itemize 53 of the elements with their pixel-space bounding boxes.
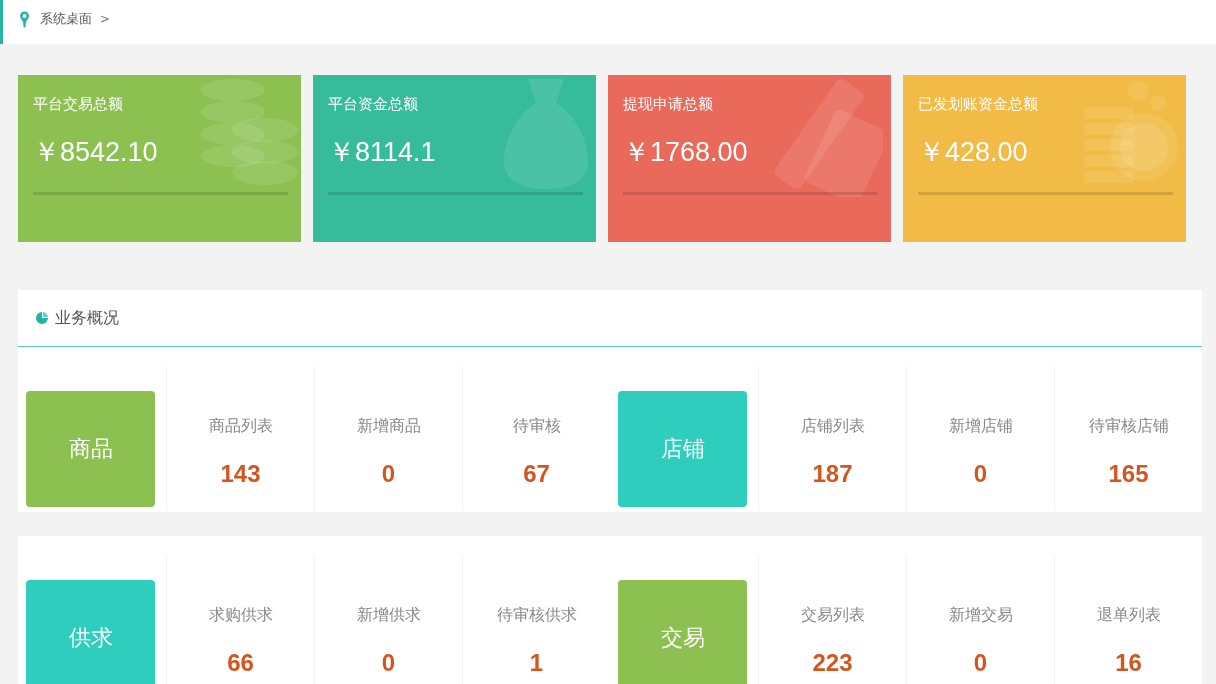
stat-card-title: 提现申请总额 [623,94,713,114]
stat-label: 交易列表 [800,605,865,625]
stat-cell[interactable]: 新增供求 0 [314,555,462,684]
stat-label: 商品列表 [208,416,273,436]
stat-cell[interactable]: 新增交易 0 [906,555,1054,684]
stat-value: 1 [529,648,544,678]
category-tile[interactable]: 交易 [618,580,747,684]
breadcrumb-link[interactable]: 系统桌面 [40,10,92,28]
stat-label: 新增交易 [948,605,1013,625]
location-pin-icon [20,10,29,28]
stat-cell[interactable]: 商品列表 143 [166,366,314,510]
stat-card-amount: ￥8114.1 [328,136,436,169]
stat-value: 16 [1115,648,1142,678]
stat-label: 待审核店铺 [1088,416,1169,436]
credit-card-icon [773,79,883,197]
stat-cell[interactable]: 待审核 67 [462,366,610,510]
stat-card-amount: ￥1768.00 [623,136,748,169]
stat-cell[interactable]: 新增商品 0 [314,366,462,510]
stat-cell[interactable]: 求购供求 66 [166,555,314,684]
stat-value: 223 [812,648,853,678]
stat-cell[interactable]: 交易列表 223 [758,555,906,684]
category-tile[interactable]: 商品 [26,391,155,507]
stat-label: 新增商品 [356,416,421,436]
stat-card-title: 已发划账资金总额 [918,94,1038,114]
breadcrumb-separator: > [100,12,111,26]
stat-label: 新增店铺 [948,416,1013,436]
stat-value: 0 [973,459,988,489]
stat-card-amount: ￥8542.10 [33,136,158,169]
stat-value: 187 [812,459,853,489]
stat-label: 店铺列表 [800,416,865,436]
section-title: 业务概况 [55,307,119,329]
stat-cell[interactable]: 新增店铺 0 [906,366,1054,510]
stat-card-amount: ￥428.00 [918,136,1028,169]
stat-cell[interactable]: 待审核供求 1 [462,555,610,684]
stat-value: 66 [227,648,254,678]
stat-value: 143 [220,459,261,489]
coins-icon [199,78,299,186]
stat-card-title: 平台资金总额 [328,94,418,114]
stat-cell[interactable]: 待审核店铺 165 [1054,366,1202,510]
stat-cell[interactable]: 店铺列表 187 [758,366,906,510]
stat-cell[interactable]: 退单列表 16 [1054,555,1202,684]
stat-value: 67 [523,459,550,489]
stat-card-title: 平台交易总额 [33,94,123,114]
stat-label: 新增供求 [356,605,421,625]
stat-value: 165 [1108,459,1149,489]
stat-label: 待审核 [512,416,561,436]
stat-value: 0 [973,648,988,678]
stat-value: 0 [381,459,396,489]
stat-label: 待审核供求 [496,605,577,625]
stat-value: 0 [381,648,396,678]
stat-label: 求购供求 [208,605,273,625]
pie-chart-icon [36,312,48,324]
stat-label: 退单列表 [1096,605,1161,625]
